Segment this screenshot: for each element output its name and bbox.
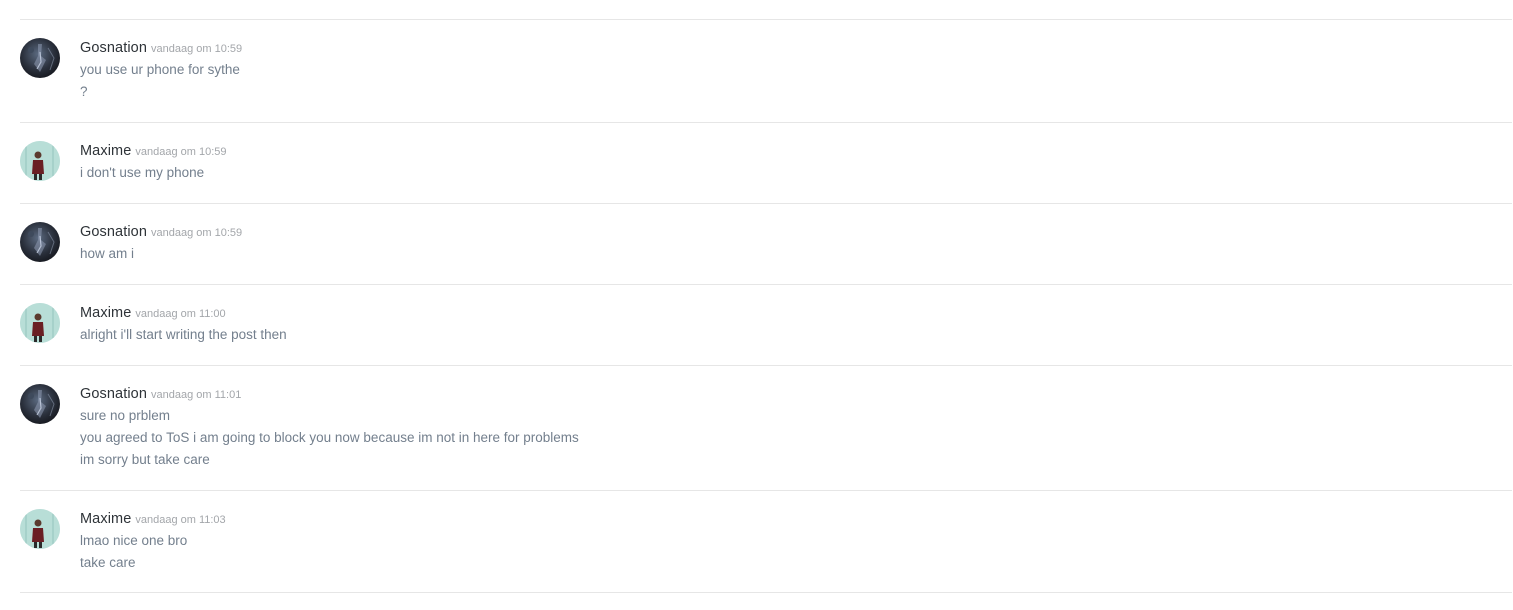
message-text: how am i [80, 246, 135, 261]
message-text: sure no prblem [80, 408, 171, 423]
message-group: Maxime vandaag om 10:59 i don't use my ph… [20, 123, 1512, 204]
username[interactable]: Maxime [80, 143, 131, 159]
message-list: Gosnation vandaag om 10:59 you use ur pho… [20, 20, 1512, 593]
timestamp: vandaag om 11:01 [151, 389, 242, 401]
username[interactable]: Maxime [80, 511, 131, 527]
timestamp: vandaag om 10:59 [151, 43, 243, 55]
username[interactable]: Gosnation [80, 224, 147, 240]
timestamp: vandaag om 10:59 [135, 146, 227, 158]
avatar-maxime[interactable] [20, 141, 60, 181]
avatar-maxime[interactable] [20, 509, 60, 549]
username[interactable]: Gosnation [80, 40, 147, 56]
message-group: Gosnation vandaag om 11:01 sure no prblem… [20, 366, 1512, 491]
message-text: take care [80, 555, 136, 570]
username[interactable]: Gosnation [80, 386, 147, 402]
message-group: Maxime vandaag om 11:00 alright i'll star… [20, 285, 1512, 366]
message-text: lmao nice one bro [80, 533, 188, 548]
message-text: alright i'll start writing the post then [80, 327, 287, 342]
avatar-gosnation[interactable] [20, 38, 60, 78]
timestamp: vandaag om 11:03 [135, 514, 226, 526]
avatar-gosnation[interactable] [20, 222, 60, 262]
message-group: Gosnation vandaag om 10:59 how am i [20, 204, 1512, 285]
timestamp: vandaag om 11:00 [135, 308, 226, 320]
avatar-gosnation[interactable] [20, 384, 60, 424]
message-text: im sorry but take care [80, 452, 210, 467]
message-group: Maxime vandaag om 11:03 lmao nice one bro… [20, 491, 1512, 593]
message-group: Gosnation vandaag om 10:59 you use ur pho… [20, 20, 1512, 123]
avatar-maxime[interactable] [20, 303, 60, 343]
username[interactable]: Maxime [80, 305, 131, 321]
message-text: i don't use my phone [80, 165, 205, 180]
timestamp: vandaag om 10:59 [151, 227, 243, 239]
message-text: ? [80, 84, 88, 99]
message-text: you use ur phone for sythe [80, 62, 240, 77]
message-text: you agreed to ToS i am going to block yo… [80, 430, 579, 445]
